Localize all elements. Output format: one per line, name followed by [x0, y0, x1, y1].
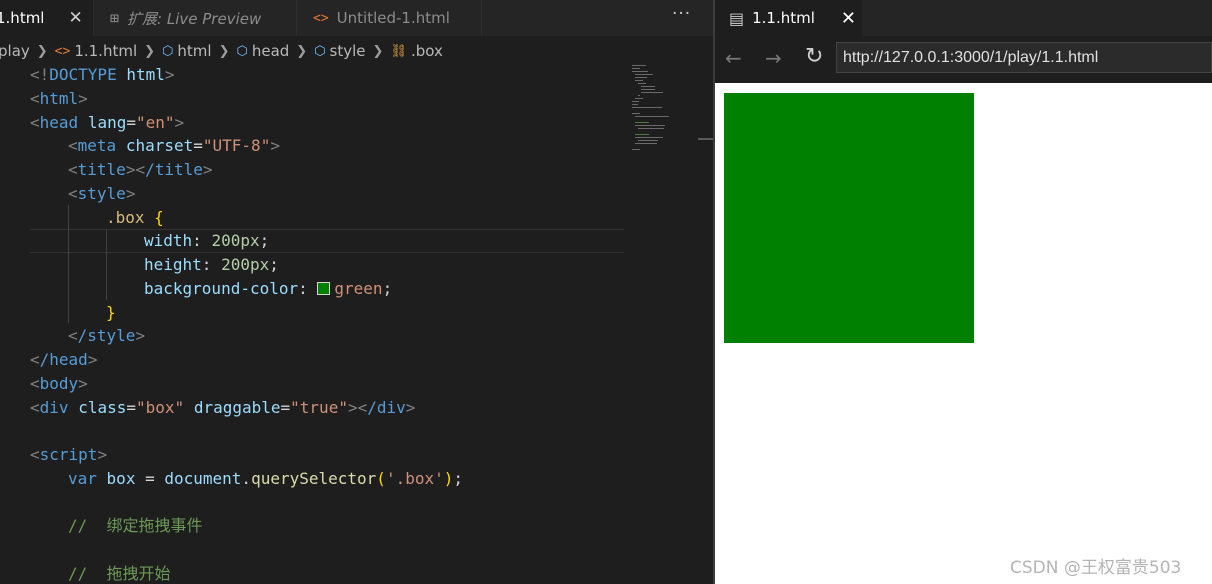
chevron-right-icon: ❯ [296, 43, 308, 59]
breadcrumb-item-play[interactable]: play [0, 42, 30, 60]
code-line-14: <body> [30, 374, 88, 393]
breadcrumb-item-file[interactable]: 1.1.html [74, 42, 137, 60]
breadcrumb-item-head[interactable]: head [252, 42, 289, 60]
close-icon[interactable]: ✕ [841, 8, 856, 29]
minimap[interactable] [630, 63, 675, 153]
tab-label: 1.html [0, 9, 45, 27]
breadcrumb: play ❯ <> 1.1.html ❯ ⬡ html ❯ ⬡ head ❯ ⬡… [0, 40, 443, 62]
code-line-6: <style> [68, 184, 136, 203]
code-line-18: var box = document.querySelector('.box')… [68, 469, 464, 488]
chevron-right-icon: ❯ [218, 43, 230, 59]
code-line-13: </head> [30, 350, 98, 369]
element-icon: ⬡ [162, 43, 174, 59]
chevron-right-icon: ❯ [144, 43, 156, 59]
color-swatch-icon[interactable] [317, 282, 331, 295]
tab-label: 扩展: Live Preview [127, 9, 262, 28]
browser-nav-bar: ← → ↻ http://127.0.0.1:3000/1/play/1.1.h… [715, 36, 1212, 83]
tab-live-preview[interactable]: ⊞ 扩展: Live Preview [94, 0, 297, 36]
code-line-15: <div class="box" draggable="true"></div> [30, 398, 416, 417]
forward-arrow-icon[interactable]: → [765, 46, 782, 70]
tab-untitled-1[interactable]: <> Untitled-1.html [297, 0, 482, 36]
element-icon: ⬡ [314, 43, 326, 59]
address-bar[interactable]: http://127.0.0.1:3000/1/play/1.1.html [836, 42, 1212, 73]
scrollbar-thumb[interactable] [698, 138, 714, 140]
code-line-1: <!DOCTYPE html> [30, 65, 175, 84]
code-line-5: <title></title> [68, 160, 213, 179]
code-line-9: height: 200px; [144, 255, 279, 274]
browser-preview-icon: ▤ [729, 8, 745, 28]
current-line-highlight [30, 229, 624, 253]
code-line-11: } [106, 303, 116, 322]
html-file-icon: <> [54, 43, 71, 59]
element-icon: ⬡ [236, 43, 248, 59]
chevron-right-icon: ❯ [36, 43, 48, 59]
code-line-10: background-color: green; [144, 279, 393, 298]
tab-1-html[interactable]: 1.html ✕ [0, 0, 94, 36]
code-line-8: width: 200px; [144, 231, 270, 250]
chevron-right-icon: ❯ [372, 43, 384, 59]
back-arrow-icon[interactable]: ← [725, 46, 742, 70]
extensions-icon: ⊞ [110, 9, 120, 27]
indent-guide [68, 205, 69, 323]
tab-preview[interactable]: ▤ 1.1.html ✕ [715, 0, 862, 36]
indent-guide [106, 229, 107, 300]
more-actions-icon[interactable]: ··· [672, 4, 691, 24]
code-line-17: <script> [30, 445, 108, 464]
watermark: CSDN @王权富贵503 [1010, 558, 1182, 578]
editor-tab-bar: 1.html ✕ ⊞ 扩展: Live Preview <> Untitled-… [0, 0, 714, 36]
breadcrumb-item-box[interactable]: .box [411, 42, 443, 60]
code-line-2: <html> [30, 89, 88, 108]
code-line-4: <meta charset="UTF-8"> [68, 136, 280, 155]
code-editor[interactable]: 1.html ✕ ⊞ 扩展: Live Preview <> Untitled-… [0, 0, 714, 584]
selector-icon: ⛓ [390, 43, 407, 59]
code-line-12: </style> [68, 326, 146, 345]
breadcrumb-item-html[interactable]: html [177, 42, 211, 60]
tab-label: Untitled-1.html [336, 9, 450, 27]
code-line-22: // 拖拽开始 [68, 564, 171, 583]
close-icon[interactable]: ✕ [68, 8, 82, 28]
code-line-3: <head lang="en"> [30, 113, 185, 132]
code-line-7: .box { [106, 208, 164, 227]
html-file-icon: <> [313, 10, 329, 26]
green-box[interactable] [724, 93, 974, 343]
code-line-20: // 绑定拖拽事件 [68, 516, 203, 535]
breadcrumb-item-style[interactable]: style [330, 42, 366, 60]
preview-tab-bar: ▤ 1.1.html ✕ [715, 0, 1212, 36]
tab-label: 1.1.html [752, 9, 815, 27]
refresh-icon[interactable]: ↻ [805, 44, 823, 69]
live-preview-panel: ▤ 1.1.html ✕ ← → ↻ http://127.0.0.1:3000… [715, 0, 1212, 584]
